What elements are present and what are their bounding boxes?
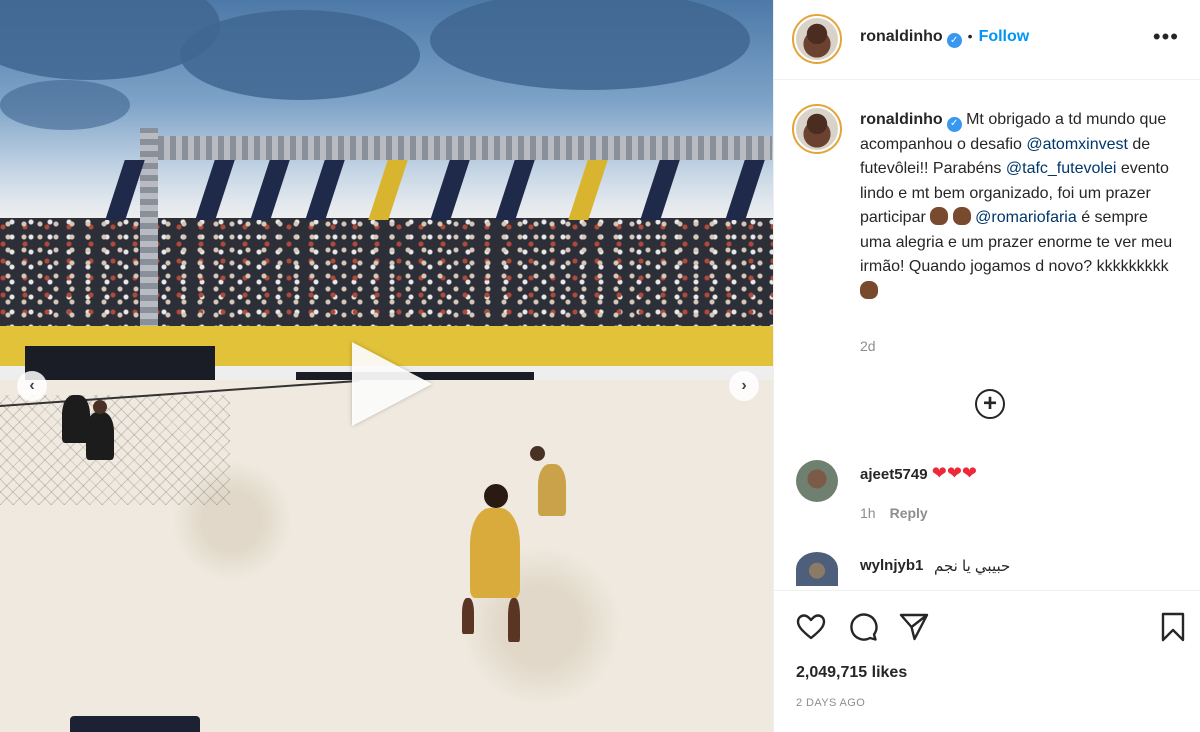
reply-button[interactable]: Reply [890,505,928,521]
comment-username[interactable]: ajeet5749 [860,466,928,483]
play-icon[interactable] [352,342,432,426]
post-actions: 2,049,715 likes 2 DAYS AGO [774,590,1200,732]
post-header: ronaldinho ✓ • Follow ••• [774,0,1200,80]
chevron-left-icon: ‹ [29,377,35,394]
player-ronaldinho [470,508,520,598]
next-slide-button[interactable]: › [729,371,759,401]
handshake-icon [860,280,878,299]
clapping-hands-icon [952,207,971,225]
player-head [484,484,508,508]
player-leg [462,598,474,634]
comment-username[interactable]: wylnjyb1 [860,557,923,574]
chevron-right-icon: › [741,377,747,394]
like-heart-icon[interactable] [795,611,827,643]
avatar-image [796,18,838,60]
comment-text: حبيبي يا نجم [934,558,1011,575]
more-options-icon[interactable]: ••• [1153,26,1179,48]
caption-text: ronaldinho ✓ Mt obrigado a td mundo que a… [860,108,1178,304]
banner [195,160,235,220]
player [86,412,114,460]
likes-count[interactable]: 2,049,715 likes [796,664,907,682]
player-head [93,400,107,414]
caption-username[interactable]: ronaldinho [860,111,943,128]
banner [725,160,765,220]
banner [250,160,290,220]
post-media[interactable]: ‹ › [0,0,773,732]
previous-slide-button[interactable]: ‹ [17,371,47,401]
board-edge [70,716,200,732]
cloud [0,80,130,130]
mention-link[interactable]: @atomxinvest [1026,136,1128,153]
post-date: 2 DAYS AGO [796,697,866,709]
stadium-crowd [0,218,773,330]
banner [640,160,680,220]
load-more-comments-button[interactable]: + [975,389,1005,419]
verified-badge-icon: ✓ [946,33,962,48]
banner [305,160,345,220]
plus-icon: + [982,390,997,417]
cloud [430,0,750,90]
separator-dot: • [967,28,973,44]
share-paper-plane-icon[interactable] [898,611,930,643]
truss [140,136,772,160]
banner [368,160,408,220]
clapping-hands-icon [930,207,949,225]
verified-badge-icon: ✓ [946,116,962,132]
player [538,464,566,516]
banner [568,160,608,220]
avatar[interactable] [792,14,842,64]
avatar-image [796,108,838,150]
username-link[interactable]: ronaldinho [860,28,943,45]
cloud [180,10,420,100]
comment-avatar[interactable] [796,552,838,586]
banner [430,160,470,220]
caption-avatar[interactable] [792,104,842,154]
comment-row: ajeet5749 ❤❤❤ [860,463,977,484]
player-leg [508,598,520,642]
hearts-icon: ❤❤❤ [931,463,977,483]
comment-bubble-icon[interactable] [847,611,879,643]
mention-link[interactable]: @tafc_futevolei [1006,160,1117,177]
mention-link[interactable]: @romariofaria [975,209,1077,226]
banner [105,160,145,220]
comment-meta: 1h Reply [860,505,928,521]
save-bookmark-icon[interactable] [1157,611,1189,643]
player-head [530,446,545,461]
banner [495,160,535,220]
caption-time: 2d [860,338,876,354]
comment-avatar[interactable] [796,460,838,502]
follow-button[interactable]: Follow [979,28,1030,45]
comment-time: 1h [860,505,876,521]
post-side-panel: ronaldinho ✓ • Follow ••• ronaldinho ✓ Mt ob… [773,0,1200,732]
header-user: ronaldinho ✓ • Follow [860,28,1029,48]
net [0,395,230,505]
